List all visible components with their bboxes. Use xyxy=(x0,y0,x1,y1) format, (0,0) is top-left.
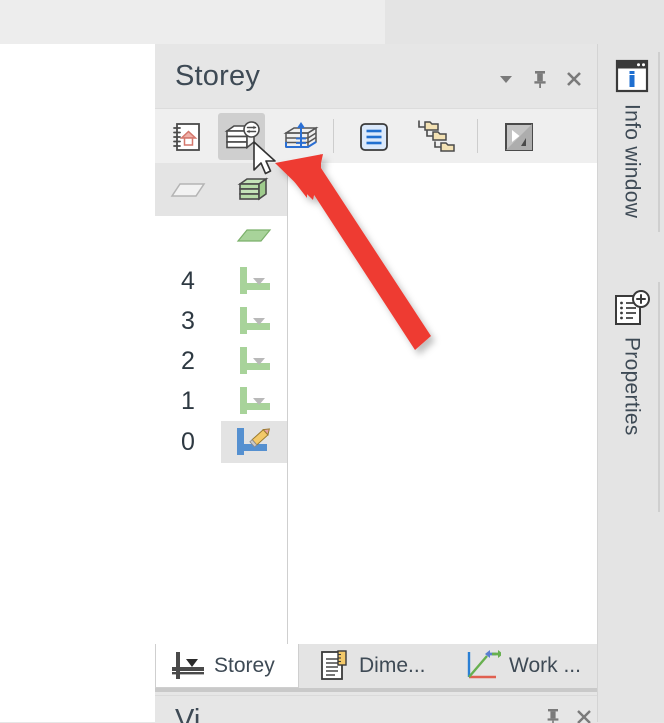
storey-row-level-1[interactable] xyxy=(221,381,287,421)
close-icon[interactable] xyxy=(561,66,587,92)
storey-row-level-2[interactable] xyxy=(221,341,287,381)
tab-label: Storey xyxy=(214,653,275,677)
side-tab-label: Properties xyxy=(620,337,644,436)
lower-panel-title: Vi xyxy=(175,704,201,723)
storey-number[interactable] xyxy=(155,216,221,256)
tab-label: Dime... xyxy=(359,654,426,677)
lower-panel: Vi xyxy=(155,695,597,723)
toolbar-button-contrast[interactable] xyxy=(495,113,542,160)
pin-icon[interactable] xyxy=(527,66,553,92)
page-title: Storey xyxy=(175,60,261,92)
storey-panel: Storey 4 3 2 1 0 xyxy=(155,44,597,644)
tab-storey[interactable]: Storey xyxy=(155,644,299,688)
pin-icon[interactable] xyxy=(545,708,561,723)
toolbar-button-storey-elevation[interactable] xyxy=(277,113,324,160)
tab-dimension[interactable]: Dime... xyxy=(305,644,445,688)
storey-toolbar xyxy=(155,108,597,165)
column-header-slab[interactable] xyxy=(155,163,222,217)
storey-level-icon xyxy=(172,651,204,679)
storey-number[interactable]: 3 xyxy=(155,301,221,341)
chevron-down-icon[interactable] xyxy=(493,66,519,92)
workplane-axes-icon xyxy=(467,650,501,679)
storey-cube-arrow-icon xyxy=(282,121,319,148)
storey-number-column: 4 3 2 1 0 xyxy=(155,216,222,644)
folders-cascade-icon xyxy=(418,119,455,152)
right-tab-strip: Info window Properties xyxy=(597,44,664,722)
tab-label: Work ... xyxy=(509,654,581,677)
green-storey-level-icon xyxy=(240,307,270,334)
toolbar-button-storey-settings[interactable] xyxy=(163,113,210,160)
storey-icon-column xyxy=(221,216,287,644)
side-tab-info-window[interactable]: Info window xyxy=(598,56,664,218)
toolbar-button-edit-storey[interactable] xyxy=(218,113,265,160)
green-storey-level-icon xyxy=(240,267,270,294)
blue-list-icon xyxy=(359,122,388,151)
green-slab-icon xyxy=(236,229,272,242)
storey-number[interactable]: 4 xyxy=(155,261,221,301)
tab-bar-underline xyxy=(155,688,597,692)
background-left-white xyxy=(0,44,155,722)
tab-workplane[interactable]: Work ... xyxy=(451,644,597,688)
storey-list-body: 4 3 2 1 0 xyxy=(155,216,288,644)
green-storey-level-icon xyxy=(240,387,270,414)
storey-row-level-4[interactable] xyxy=(221,261,287,301)
parallelogram-slab-icon xyxy=(170,182,206,197)
storey-canvas[interactable] xyxy=(288,163,597,644)
storey-number[interactable]: 2 xyxy=(155,341,221,381)
storey-list-area: 4 3 2 1 0 xyxy=(155,163,597,644)
dimension-ruler-icon xyxy=(321,650,347,680)
storey-stack-edit-icon xyxy=(224,120,260,149)
toolbar-button-folders[interactable] xyxy=(407,113,465,160)
side-tab-properties[interactable]: Properties xyxy=(598,289,664,436)
green-storey-stack-icon xyxy=(237,176,269,201)
bottom-tab-bar: Storey Dime... Work ... xyxy=(155,644,597,688)
storey-number[interactable]: 0 xyxy=(155,422,221,462)
storey-number[interactable]: 1 xyxy=(155,381,221,421)
column-header-storey[interactable] xyxy=(221,163,288,217)
side-tab-label: Info window xyxy=(620,104,644,219)
close-icon[interactable] xyxy=(575,708,593,723)
storey-row-level-3[interactable] xyxy=(221,301,287,341)
properties-plus-icon xyxy=(614,290,650,325)
background-top-right xyxy=(385,0,664,44)
blue-storey-edit-icon xyxy=(237,428,270,455)
background-top-light xyxy=(0,0,385,44)
spiral-book-house-icon xyxy=(172,122,200,151)
green-storey-level-icon xyxy=(240,347,270,374)
toolbar-button-list-view[interactable] xyxy=(350,113,397,160)
storey-column-headers xyxy=(155,163,288,217)
storey-row-level-0[interactable] xyxy=(221,421,287,463)
info-window-icon xyxy=(615,59,648,93)
storey-row-slab[interactable] xyxy=(221,216,287,256)
contrast-square-icon xyxy=(504,122,533,151)
